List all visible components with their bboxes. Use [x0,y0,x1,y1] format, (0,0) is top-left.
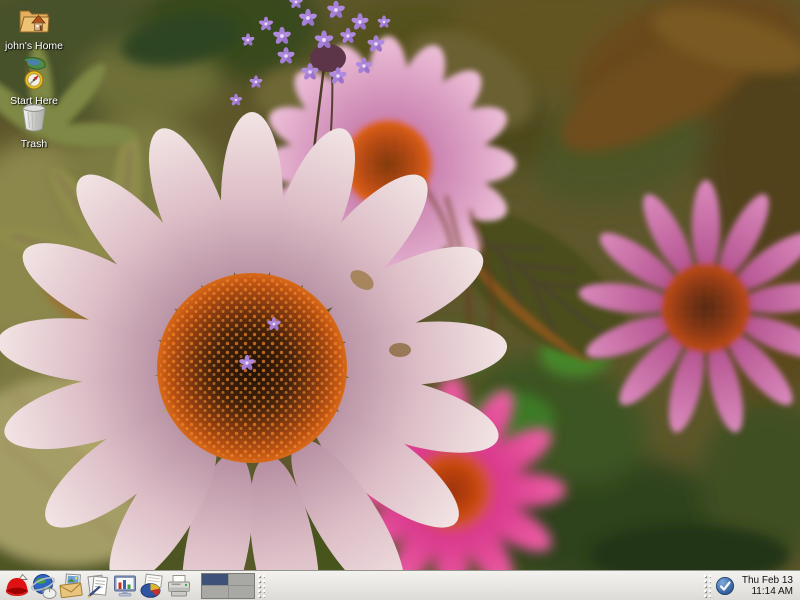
desktop-icon-home[interactable]: john's Home [0,4,70,54]
clock-time: 11:14 AM [742,586,793,597]
presentation-button[interactable] [111,572,138,600]
desktop-icon-label: Trash [21,139,47,150]
word-processor-button[interactable] [84,572,111,600]
trash-icon [17,98,51,134]
web-browser-button[interactable] [30,572,57,600]
clock[interactable]: Thu Feb 13 11:14 AM [742,575,793,597]
documents-pen-writer-icon [85,573,111,599]
workspace-1[interactable] [202,574,228,586]
spreadsheet-button[interactable] [138,572,165,600]
workspace-3[interactable] [202,586,228,598]
red-hat-icon [4,573,30,599]
workspace-4[interactable] [229,586,255,598]
print-manager-button[interactable] [165,572,192,600]
panel-handle-left[interactable] [257,574,265,598]
globe-mouse-browser-icon [31,573,57,599]
wallpaper-image [0,0,800,600]
desktop[interactable]: john's Home Start Here [0,0,800,600]
printer-icon [166,573,192,599]
home-folder-icon [16,4,52,36]
clock-date: Thu Feb 13 [742,575,793,586]
pie-chart-calc-icon [139,573,165,599]
desktop-icon-trash[interactable]: Trash [0,98,70,152]
workspace-2[interactable] [229,574,255,586]
main-menu-button[interactable] [3,572,30,600]
workspace-pager[interactable] [201,573,255,599]
update-notifier-button[interactable] [714,575,736,597]
envelope-photo-mail-icon [58,573,84,599]
monitor-chart-impress-icon [112,573,138,599]
bottom-panel: Thu Feb 13 11:14 AM [0,570,800,600]
panel-handle-right[interactable] [703,574,711,598]
panel-launchers [3,572,192,600]
start-here-icon [16,55,52,91]
blue-circle-check-icon [715,576,735,596]
desktop-icon-label: john's Home [5,41,63,52]
email-button[interactable] [57,572,84,600]
